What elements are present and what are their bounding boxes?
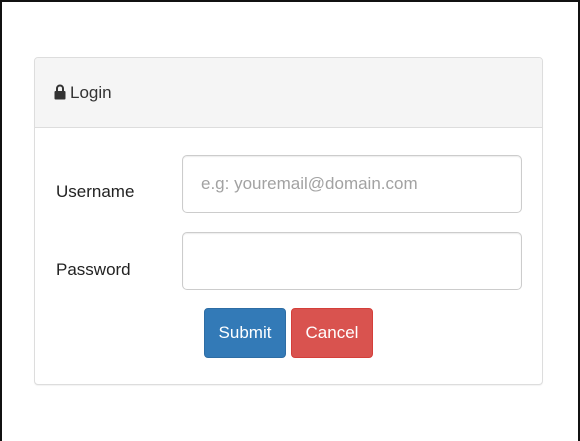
username-label: Username xyxy=(56,182,135,201)
page-frame: Login Username Password Submit Cancel xyxy=(0,0,580,441)
lock-icon xyxy=(54,84,66,100)
password-row: Password xyxy=(35,232,542,290)
password-input[interactable] xyxy=(182,232,522,290)
username-input[interactable] xyxy=(182,155,522,213)
username-row: Username xyxy=(35,155,542,213)
panel-heading: Login xyxy=(35,58,542,128)
panel-title: Login xyxy=(70,82,112,102)
submit-button[interactable]: Submit xyxy=(204,308,286,358)
login-panel: Login Username Password Submit Cancel xyxy=(34,57,543,385)
password-label: Password xyxy=(56,260,131,279)
cancel-button[interactable]: Cancel xyxy=(291,308,373,358)
